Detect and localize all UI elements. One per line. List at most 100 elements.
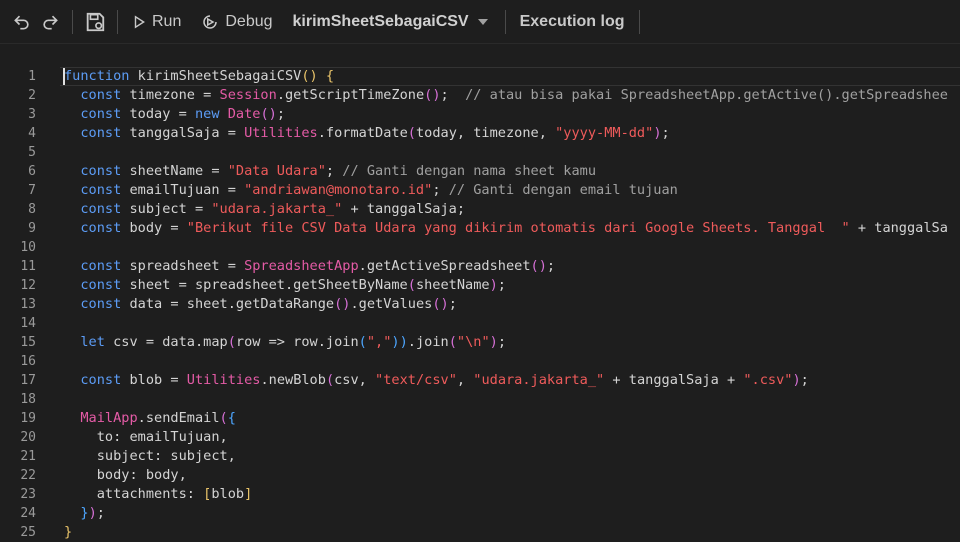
execution-log-button[interactable]: Execution log xyxy=(514,13,631,31)
line-number: 7 xyxy=(28,183,36,198)
code-line[interactable]: 10 xyxy=(0,238,960,257)
line-number: 12 xyxy=(20,278,36,293)
code-line[interactable]: 5 xyxy=(0,143,960,162)
code-text: const sheet = spreadsheet.getSheetByName… xyxy=(64,276,506,295)
code-token: .newBlob xyxy=(260,372,326,388)
code-token: // Ganti dengan nama sheet kamu xyxy=(342,163,597,179)
code-text: const tanggalSaja = Utilities.formatDate… xyxy=(64,124,669,143)
run-button[interactable]: Run xyxy=(126,7,187,37)
code-token: ; xyxy=(546,258,556,274)
code-token: blob xyxy=(211,486,245,502)
code-token: timezone = xyxy=(121,87,220,103)
code-token: function xyxy=(64,68,130,84)
code-token: today = xyxy=(121,106,195,122)
code-text: const emailTujuan = "andriawan@monotaro.… xyxy=(64,181,678,200)
code-line[interactable]: 12 const sheet = spreadsheet.getSheetByN… xyxy=(0,276,960,295)
code-line[interactable]: 18 xyxy=(0,390,960,409)
code-line[interactable]: 4 const tanggalSaja = Utilities.formatDa… xyxy=(0,124,960,143)
code-text: function kirimSheetSebagaiCSV() { xyxy=(64,67,334,86)
code-line[interactable]: 19 MailApp.sendEmail({ xyxy=(0,409,960,428)
save-button[interactable] xyxy=(81,8,109,36)
debug-button[interactable]: Debug xyxy=(195,7,278,37)
code-line[interactable]: 6 const sheetName = "Data Udara"; // Gan… xyxy=(0,162,960,181)
code-line[interactable]: 20 to: emailTujuan, xyxy=(0,428,960,447)
code-text: const spreadsheet = SpreadsheetApp.getAc… xyxy=(64,257,555,276)
code-text: to: emailTujuan, xyxy=(64,428,228,447)
line-number: 22 xyxy=(20,468,36,483)
code-line[interactable]: 24 }); xyxy=(0,504,960,523)
toolbar-divider xyxy=(72,9,73,34)
code-text: const timezone = Session.getScriptTimeZo… xyxy=(64,86,948,105)
code-token: ; xyxy=(448,296,457,312)
code-token: "udara.jakarta_" xyxy=(211,201,343,217)
code-token: const xyxy=(80,372,122,388)
code-token: () xyxy=(424,87,441,103)
code-line[interactable]: 3 const today = new Date(); xyxy=(0,105,960,124)
line-number: 6 xyxy=(28,164,36,179)
code-line[interactable]: 15 let csv = data.map(row => row.join(",… xyxy=(0,333,960,352)
code-text: subject: subject, xyxy=(64,447,236,466)
line-number: 11 xyxy=(20,259,36,274)
line-number: 21 xyxy=(20,449,36,464)
code-line[interactable]: 9 const body = "Berikut file CSV Data Ud… xyxy=(0,219,960,238)
line-number: 10 xyxy=(20,240,36,255)
function-selector[interactable]: kirimSheetSebagaiCSV xyxy=(287,13,495,31)
code-line[interactable]: 13 const data = sheet.getDataRange().get… xyxy=(0,295,960,314)
line-number: 20 xyxy=(20,430,36,445)
code-text: const body = "Berikut file CSV Data Udar… xyxy=(64,219,948,238)
code-line[interactable]: 2 const timezone = Session.getScriptTime… xyxy=(0,86,960,105)
code-token: new xyxy=(194,106,220,122)
code-line[interactable]: 7 const emailTujuan = "andriawan@monotar… xyxy=(0,181,960,200)
code-token: ( xyxy=(448,334,457,350)
code-token: ; xyxy=(497,277,506,293)
code-token: "Berikut file CSV Data Udara yang dikiri… xyxy=(186,220,850,236)
code-token: // Ganti dengan email tujuan xyxy=(448,182,678,198)
code-line[interactable]: 14 xyxy=(0,314,960,333)
code-line[interactable]: 25} xyxy=(0,523,960,542)
code-token: to: emailTujuan, xyxy=(64,429,228,445)
code-token: "yyyy-MM-dd" xyxy=(555,125,654,141)
code-token: () xyxy=(530,258,547,274)
code-token: subject: subject, xyxy=(64,448,236,464)
code-line[interactable]: 16 xyxy=(0,352,960,371)
code-token: attachments: xyxy=(64,486,204,502)
code-line[interactable]: 23 attachments: [blob] xyxy=(0,485,960,504)
code-token: () xyxy=(301,68,318,84)
code-line[interactable]: 11 const spreadsheet = SpreadsheetApp.ge… xyxy=(0,257,960,276)
code-token: const xyxy=(80,106,122,122)
debug-label: Debug xyxy=(225,12,273,30)
code-token: () xyxy=(432,296,449,312)
code-line[interactable]: 17 const blob = Utilities.newBlob(csv, "… xyxy=(0,371,960,390)
undo-button[interactable] xyxy=(8,8,36,36)
code-token: } xyxy=(80,505,89,521)
code-line[interactable]: 8 const subject = "udara.jakarta_" + tan… xyxy=(0,200,960,219)
code-token: csv, xyxy=(334,372,376,388)
code-text: } xyxy=(64,523,72,542)
code-token: sheetName xyxy=(415,277,490,293)
code-token: ) xyxy=(792,372,801,388)
code-line[interactable]: 21 subject: subject, xyxy=(0,447,960,466)
code-token: .getScriptTimeZone xyxy=(276,87,425,103)
undo-icon xyxy=(14,15,29,29)
code-token: { xyxy=(325,68,335,84)
code-editor[interactable]: 1 function kirimSheetSebagaiCSV() {2 cons… xyxy=(0,67,960,542)
toolbar-divider xyxy=(504,9,506,34)
redo-button[interactable] xyxy=(36,8,64,36)
editor-toolbar: Run Debug kirimSheetSebagaiCSV Execution… xyxy=(0,0,960,44)
code-line[interactable]: 22 body: body, xyxy=(0,466,960,485)
line-number: 18 xyxy=(20,392,36,407)
run-label: Run xyxy=(152,12,182,30)
code-token: ; xyxy=(276,106,286,122)
code-line[interactable]: 1 function kirimSheetSebagaiCSV() { xyxy=(0,67,960,86)
code-token: "andriawan@monotaro.id" xyxy=(244,182,433,198)
code-token: row => row.join xyxy=(235,334,359,350)
code-token: csv = data.map xyxy=(104,334,228,350)
code-text: const subject = "udara.jakarta_" + tangg… xyxy=(64,200,465,219)
code-text: const data = sheet.getDataRange().getVal… xyxy=(64,295,457,314)
